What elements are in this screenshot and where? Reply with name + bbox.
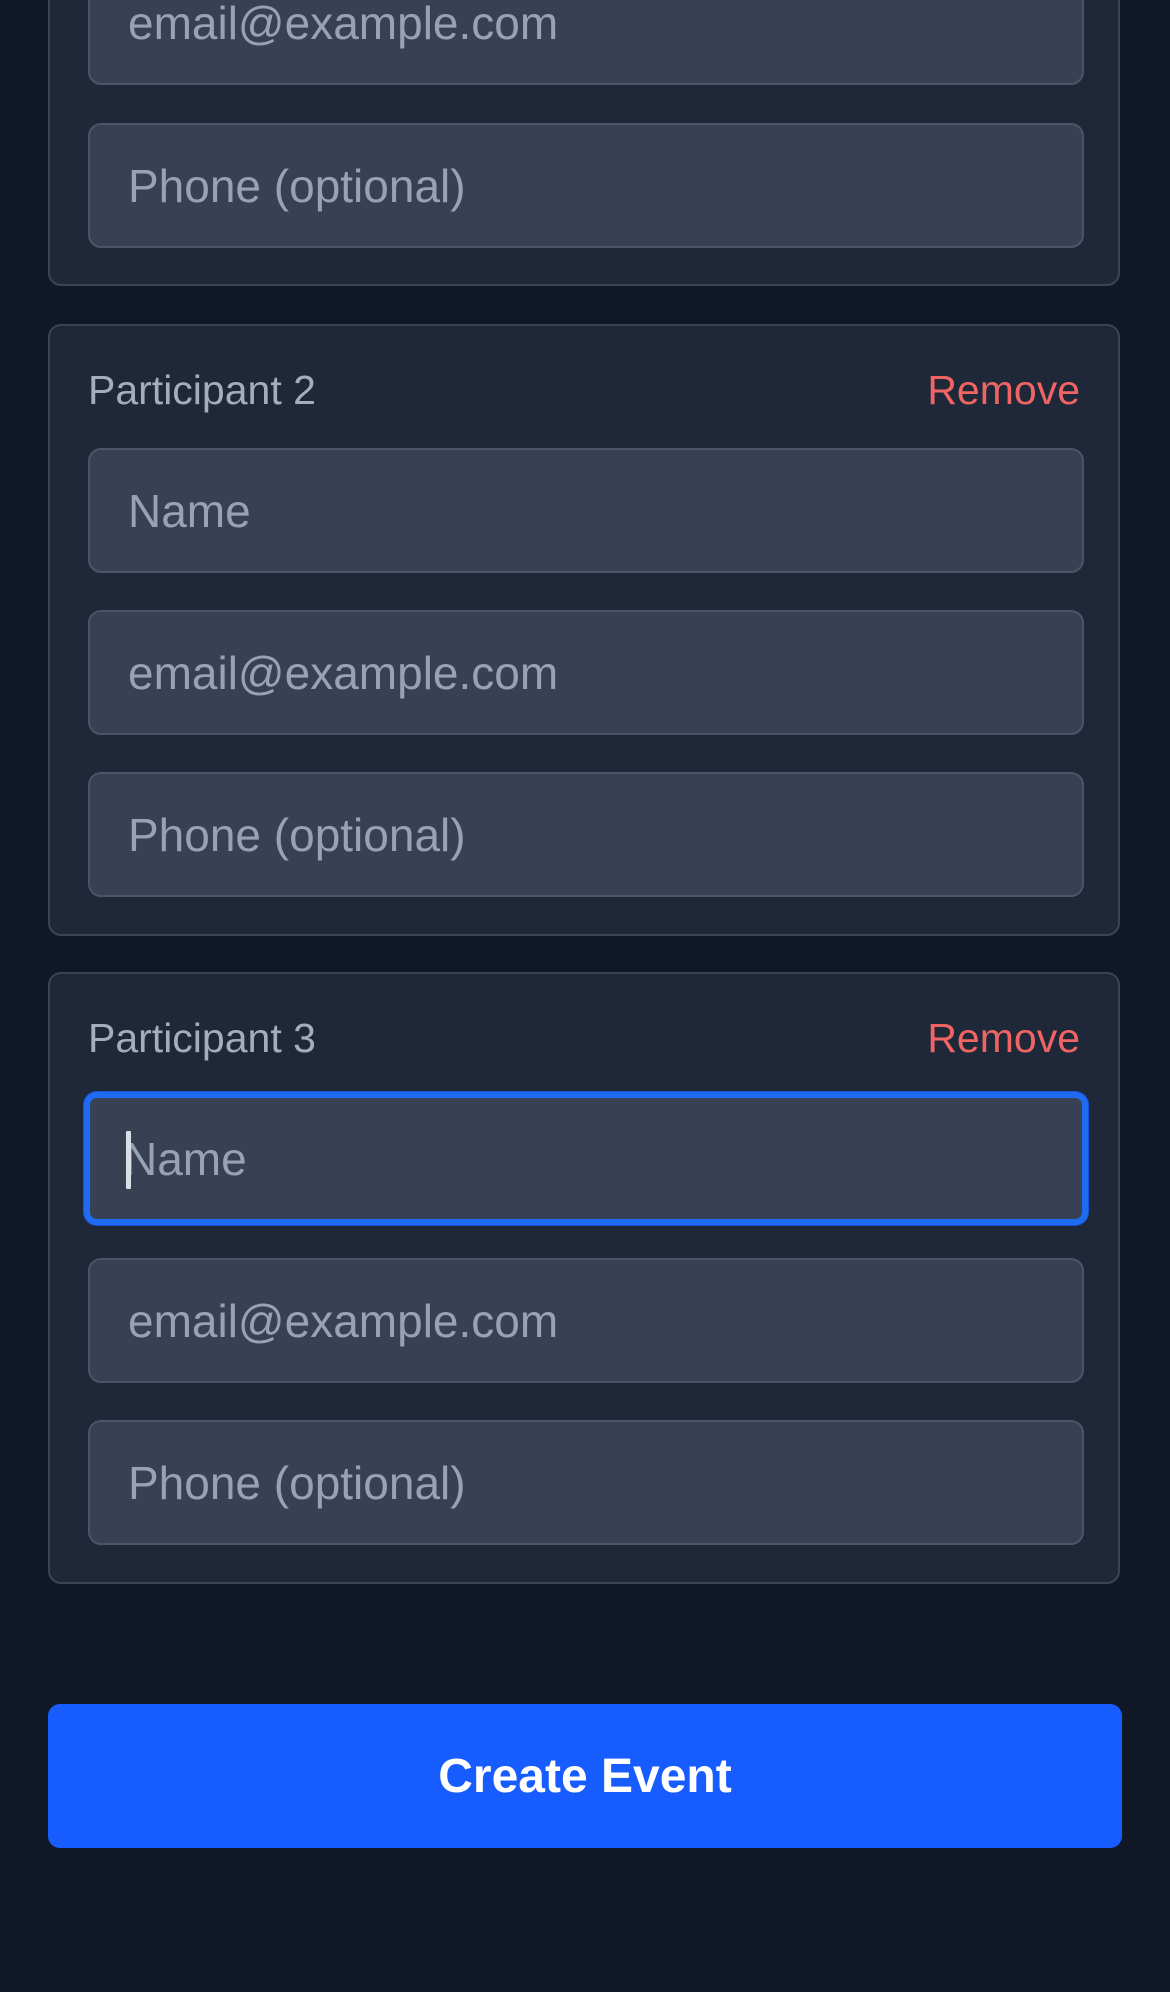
participant-card-2: Participant 2 Remove xyxy=(48,324,1120,936)
participant-3-phone-input[interactable] xyxy=(88,1420,1084,1545)
participant-3-remove-button[interactable]: Remove xyxy=(927,1015,1080,1062)
participant-2-phone-input[interactable] xyxy=(88,772,1084,897)
participant-3-header: Participant 3 Remove xyxy=(88,1010,1080,1066)
participant-3-email-input[interactable] xyxy=(88,1258,1084,1383)
participant-2-email-input[interactable] xyxy=(88,610,1084,735)
participant-3-name-input[interactable] xyxy=(84,1092,1088,1225)
participant-1-email-input[interactable] xyxy=(88,0,1084,85)
participant-3-label: Participant 3 xyxy=(88,1014,316,1061)
event-form-page: Participant 2 Remove Participant 3 Remov… xyxy=(0,0,1170,1992)
participant-2-remove-button[interactable]: Remove xyxy=(927,367,1080,414)
text-cursor xyxy=(126,1131,131,1189)
participant-2-label: Participant 2 xyxy=(88,366,316,413)
create-event-button[interactable]: Create Event xyxy=(48,1704,1122,1848)
participant-card-1 xyxy=(48,0,1120,286)
participant-1-phone-input[interactable] xyxy=(88,123,1084,248)
participant-2-header: Participant 2 Remove xyxy=(88,362,1080,418)
participant-2-name-input[interactable] xyxy=(88,448,1084,573)
participant-card-3: Participant 3 Remove xyxy=(48,972,1120,1584)
